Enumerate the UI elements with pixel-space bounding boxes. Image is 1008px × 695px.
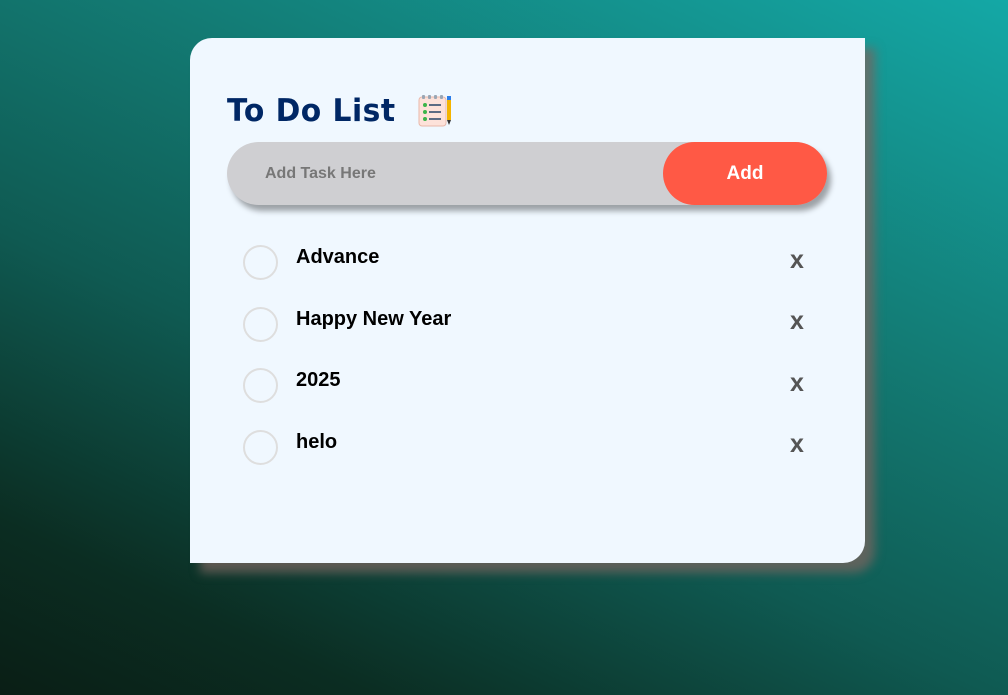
checkbox-circle-icon[interactable]	[243, 245, 278, 280]
title-row: To Do List	[227, 92, 453, 130]
checkbox-circle-icon[interactable]	[243, 429, 278, 465]
task-item[interactable]: 2025 x	[243, 366, 813, 428]
delete-x-icon[interactable]: x	[786, 368, 808, 398]
delete-x-icon[interactable]: x	[786, 307, 808, 337]
task-text: Advance	[296, 246, 380, 268]
todo-card: To Do List Add Advance x	[190, 38, 865, 563]
task-text: Happy New Year	[296, 307, 452, 330]
page-title: To Do List	[227, 93, 396, 129]
checkbox-circle-icon[interactable]	[243, 306, 278, 342]
add-task-row: Add	[227, 142, 827, 205]
task-item[interactable]: helo x	[243, 428, 813, 490]
add-button[interactable]: Add	[663, 142, 827, 205]
task-list: Advance x Happy New Year x 2025 x helo x	[243, 243, 813, 489]
notepad-checklist-icon	[418, 95, 451, 127]
task-input[interactable]	[227, 142, 657, 205]
task-text: 2025	[296, 369, 341, 391]
checkbox-circle-icon[interactable]	[243, 368, 278, 403]
task-text: helo	[296, 430, 338, 453]
task-item[interactable]: Happy New Year x	[243, 305, 813, 367]
task-item[interactable]: Advance x	[243, 243, 813, 305]
delete-x-icon[interactable]: x	[786, 245, 808, 275]
delete-x-icon[interactable]: x	[786, 430, 808, 460]
